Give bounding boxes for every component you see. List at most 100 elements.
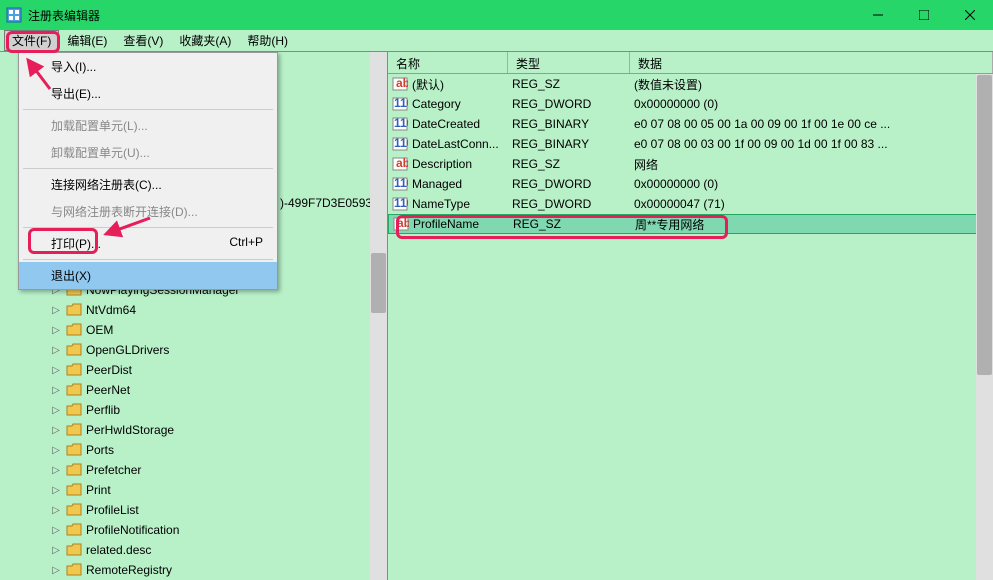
expand-icon[interactable]: ▷ [50,524,62,536]
values-scrollbar[interactable] [976,74,993,580]
tree-item[interactable]: ▷ OpenGLDrivers [30,340,379,360]
binary-value-icon: 110 [392,136,408,152]
expand-icon[interactable]: ▷ [50,564,62,576]
value-data: e0 07 08 00 05 00 1a 00 09 00 1f 00 1e 0… [630,117,993,131]
expand-icon[interactable]: ▷ [50,344,62,356]
file-menu-dropdown: 导入(I)... 导出(E)... 加载配置单元(L)... 卸载配置单元(U)… [18,52,278,290]
folder-icon [66,463,82,477]
string-value-icon: ab [392,76,408,92]
value-row[interactable]: 110Category REG_DWORD 0x00000000 (0) [388,94,993,114]
values-list: ab(默认) REG_SZ (数值未设置)110Category REG_DWO… [388,74,993,234]
binary-value-icon: 110 [392,196,408,212]
expand-icon[interactable]: ▷ [50,504,62,516]
expand-icon[interactable]: ▷ [50,384,62,396]
tree-item-label: Perflib [86,403,120,417]
folder-icon [66,563,82,577]
value-row[interactable]: abProfileName REG_SZ 周**专用网络 [388,214,993,234]
tree-partial-guid: )-499F7D3E0593} [280,196,376,210]
close-button[interactable] [947,0,993,30]
value-name: (默认) [412,76,444,93]
value-data: 0x00000000 (0) [630,97,993,111]
value-type: REG_DWORD [508,177,630,191]
tree-item[interactable]: ▷ PeerDist [30,360,379,380]
expand-icon[interactable]: ▷ [50,544,62,556]
menu-exit[interactable]: 退出(X) [19,262,277,289]
tree-item[interactable]: ▷ PerHwIdStorage [30,420,379,440]
tree-item[interactable]: ▷ OEM [30,320,379,340]
folder-icon [66,403,82,417]
menu-print[interactable]: 打印(P)...Ctrl+P [19,230,277,257]
folder-icon [66,443,82,457]
menu-import[interactable]: 导入(I)... [19,53,277,80]
folder-icon [66,323,82,337]
value-name: DateLastConn... [412,137,499,151]
menu-connect[interactable]: 连接网络注册表(C)... [19,171,277,198]
column-name[interactable]: 名称 [388,52,508,73]
expand-icon[interactable]: ▷ [50,444,62,456]
scrollbar-thumb[interactable] [371,253,386,313]
folder-icon [66,303,82,317]
value-type: REG_DWORD [508,97,630,111]
tree-item-label: PerHwIdStorage [86,423,174,437]
tree-item-label: related.desc [86,543,151,557]
binary-value-icon: 110 [392,96,408,112]
folder-icon [66,483,82,497]
value-type: REG_BINARY [508,117,630,131]
registry-tree[interactable]: ▷ Notifications▷ NowPlayingSessionManage… [30,260,379,580]
values-pane: 名称 类型 数据 ab(默认) REG_SZ (数值未设置)110Categor… [388,52,993,580]
value-type: REG_BINARY [508,137,630,151]
value-row[interactable]: 110NameType REG_DWORD 0x00000047 (71) [388,194,993,214]
value-row[interactable]: abDescription REG_SZ 网络 [388,154,993,174]
scrollbar-thumb[interactable] [977,75,992,375]
tree-item[interactable]: ▷ Print [30,480,379,500]
svg-text:110: 110 [394,176,408,190]
tree-item[interactable]: ▷ Perflib [30,400,379,420]
value-type: REG_SZ [509,217,631,231]
tree-item[interactable]: ▷ PeerNet [30,380,379,400]
menu-unload-hive: 卸载配置单元(U)... [19,139,277,166]
value-row[interactable]: ab(默认) REG_SZ (数值未设置) [388,74,993,94]
expand-icon[interactable]: ▷ [50,364,62,376]
menu-edit[interactable]: 编辑(E) [59,30,115,51]
svg-text:110: 110 [394,196,408,210]
tree-item-label: Print [86,483,111,497]
value-row[interactable]: 110DateLastConn... REG_BINARY e0 07 08 0… [388,134,993,154]
tree-item[interactable]: ▷ related.desc [30,540,379,560]
menu-load-hive: 加载配置单元(L)... [19,112,277,139]
folder-icon [66,343,82,357]
tree-item[interactable]: ▷ NtVdm64 [30,300,379,320]
value-row[interactable]: 110Managed REG_DWORD 0x00000000 (0) [388,174,993,194]
maximize-button[interactable] [901,0,947,30]
titlebar[interactable]: 注册表编辑器 [0,0,993,30]
tree-item[interactable]: ▷ RemoteRegistry [30,560,379,580]
tree-item-label: ProfileList [86,503,139,517]
column-type[interactable]: 类型 [508,52,630,73]
menu-view[interactable]: 查看(V) [115,30,171,51]
value-name: NameType [412,197,470,211]
menu-export[interactable]: 导出(E)... [19,80,277,107]
tree-item[interactable]: ▷ ProfileList [30,500,379,520]
string-value-icon: ab [392,156,408,172]
app-icon [6,7,22,23]
menu-favorites[interactable]: 收藏夹(A) [171,30,239,51]
menu-file[interactable]: 文件(F) [4,30,59,51]
expand-icon[interactable]: ▷ [50,484,62,496]
column-data[interactable]: 数据 [630,52,993,73]
expand-icon[interactable]: ▷ [50,304,62,316]
value-type: REG_SZ [508,157,630,171]
tree-item[interactable]: ▷ Prefetcher [30,460,379,480]
tree-scrollbar[interactable] [370,52,387,580]
value-row[interactable]: 110DateCreated REG_BINARY e0 07 08 00 05… [388,114,993,134]
expand-icon[interactable]: ▷ [50,324,62,336]
menu-help[interactable]: 帮助(H) [239,30,296,51]
tree-item-label: Ports [86,443,114,457]
tree-item[interactable]: ▷ ProfileNotification [30,520,379,540]
tree-item[interactable]: ▷ Ports [30,440,379,460]
tree-item-label: PeerNet [86,383,130,397]
expand-icon[interactable]: ▷ [50,424,62,436]
value-data: 0x00000000 (0) [630,177,993,191]
expand-icon[interactable]: ▷ [50,464,62,476]
window-title: 注册表编辑器 [28,7,855,24]
minimize-button[interactable] [855,0,901,30]
expand-icon[interactable]: ▷ [50,404,62,416]
